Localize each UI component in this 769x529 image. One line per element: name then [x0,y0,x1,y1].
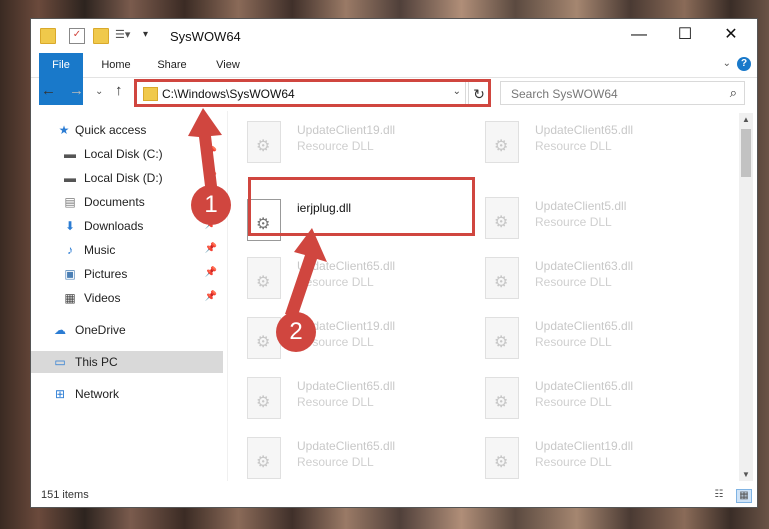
pin-icon[interactable]: 📌 [205,291,217,302]
pane-divider[interactable] [227,111,228,481]
file-item[interactable]: ⚙ UpdateClient19.dll Resource DLL [469,433,689,483]
nav-item-local-disk-d[interactable]: ▬ Local Disk (D:) 📌 [31,167,223,189]
file-item[interactable]: ⚙ UpdateClient65.dll Resource DLL [469,313,689,365]
gear-icon: ⚙ [494,138,509,155]
file-item[interactable]: ⚙ UpdateClient65.dll Resource DLL [231,433,451,483]
folder-icon [40,28,56,44]
computer-icon: ▭ [54,355,66,369]
pin-icon[interactable]: 📌 [205,171,217,182]
file-list: ⚙ UpdateClient19.dll Resource DLL ⚙ ierj… [231,111,741,483]
dll-file-icon: ⚙ [485,317,519,359]
music-icon: ♪ [67,243,73,257]
nav-item-downloads[interactable]: ⬇ Downloads 📌 [31,215,223,237]
tab-view[interactable]: View [205,53,251,77]
nav-item-quick-access[interactable]: ★ Quick access [31,119,223,141]
dll-file-icon: ⚙ [485,437,519,479]
annotation-callout-2: 2 [276,312,316,352]
scrollbar-thumb[interactable] [741,129,751,177]
gear-icon: ⚙ [494,394,509,411]
customize-qa-icon[interactable]: ☰▾ [115,28,130,42]
dll-file-icon: ⚙ [485,121,519,163]
pin-icon[interactable]: 📌 [205,267,217,278]
gear-icon: ⚙ [494,334,509,351]
videos-icon: ▦ [64,291,76,305]
nav-item-network[interactable]: ⊞ Network [31,383,223,405]
file-item[interactable]: ⚙ UpdateClient19.dll Resource DLL [231,313,451,365]
search-placeholder: Search SysWOW64 [511,87,618,101]
nav-item-onedrive[interactable]: ☁ OneDrive [31,319,223,341]
file-item[interactable]: ⚙ UpdateClient65.dll Resource DLL [469,117,689,169]
file-item[interactable]: ⚙ UpdateClient65.dll Resource DLL [231,253,451,305]
star-icon: ★ [58,123,70,137]
drive-icon: ▬ [64,171,76,185]
dll-file-icon: ⚙ [247,257,281,299]
large-icons-view-icon[interactable]: ▦ [736,489,752,503]
properties-icon[interactable]: ✓ [69,28,85,44]
gear-icon: ⚙ [256,334,271,351]
scroll-up-icon[interactable]: ▲ [739,115,753,124]
cloud-icon: ☁ [54,323,66,337]
file-highlight-box [248,177,475,236]
dll-file-icon: ⚙ [247,437,281,479]
forward-arrow-icon[interactable]: → [69,82,84,99]
nav-item-this-pc[interactable]: ▭ This PC [31,351,223,373]
qa-dropdown-icon[interactable]: ▾ [143,28,157,42]
gear-icon: ⚙ [256,274,271,291]
nav-item-pictures[interactable]: ▣ Pictures 📌 [31,263,223,285]
pictures-icon: ▣ [64,267,76,281]
dll-file-icon: ⚙ [247,317,281,359]
file-item[interactable]: ⚙ UpdateClient63.dll Resource DLL [469,253,689,305]
dll-file-icon: ⚙ [485,197,519,239]
gear-icon: ⚙ [494,214,509,231]
pin-icon[interactable]: 📌 [205,243,217,254]
download-icon: ⬇ [64,219,76,233]
file-item[interactable]: ⚙ UpdateClient65.dll Resource DLL [231,373,451,425]
tab-share[interactable]: Share [149,53,195,77]
help-icon[interactable]: ? [737,57,751,71]
address-highlight-box [134,79,491,107]
details-view-icon[interactable]: ☷ [712,489,726,501]
search-icon[interactable]: ⌕ [730,85,737,101]
expand-ribbon-icon[interactable]: ⌄ [723,58,731,69]
network-icon: ⊞ [54,387,66,401]
nav-item-music[interactable]: ♪ Music 📌 [31,239,223,261]
item-count: 151 items [41,489,89,501]
title-bar: ✓ ☰▾ ▾ SysWOW64 — ☐ ✕ [31,19,757,53]
file-explorer-window: ✓ ☰▾ ▾ SysWOW64 — ☐ ✕ File Home Share Vi… [30,18,758,508]
gear-icon: ⚙ [256,394,271,411]
dll-file-icon: ⚙ [247,121,281,163]
dll-file-icon: ⚙ [485,257,519,299]
tab-home[interactable]: Home [93,53,139,77]
gear-icon: ⚙ [256,454,271,471]
file-item[interactable]: ⚙ UpdateClient5.dll Resource DLL [469,193,689,245]
nav-item-local-disk-c[interactable]: ▬ Local Disk (C:) 📌 [31,143,223,165]
dll-file-icon: ⚙ [485,377,519,419]
minimize-button[interactable]: — [616,19,662,51]
dll-file-icon: ⚙ [247,377,281,419]
up-arrow-icon[interactable]: ↑ [115,82,123,99]
file-item[interactable]: ⚙ UpdateClient19.dll Resource DLL [231,117,451,169]
annotation-callout-1: 1 [191,185,231,225]
maximize-button[interactable]: ☐ [662,19,708,51]
pin-icon[interactable]: 📌 [205,147,217,158]
file-item[interactable]: ⚙ UpdateClient65.dll Resource DLL [469,373,689,425]
documents-icon: ▤ [64,195,76,209]
gear-icon: ⚙ [256,138,271,155]
recent-locations-icon[interactable]: ⌄ [95,86,103,97]
gear-icon: ⚙ [494,274,509,291]
back-arrow-icon[interactable]: ← [41,82,56,99]
ribbon-tabs: File Home Share View ⌄ ? [31,53,757,105]
status-bar: 151 items ☷ ▦ [31,485,757,507]
vertical-scrollbar[interactable]: ▲ ▼ [739,113,753,481]
window-title: SysWOW64 [170,29,241,44]
scroll-down-icon[interactable]: ▼ [739,470,753,479]
search-input[interactable]: Search SysWOW64 ⌕ [500,81,745,105]
drive-icon: ▬ [64,147,76,161]
nav-item-videos[interactable]: ▦ Videos 📌 [31,287,223,309]
gear-icon: ⚙ [494,454,509,471]
close-button[interactable]: ✕ [708,19,754,51]
new-folder-icon[interactable] [93,28,109,44]
navigation-pane: ★ Quick access ▬ Local Disk (C:) 📌 ▬ Loc… [31,117,223,477]
